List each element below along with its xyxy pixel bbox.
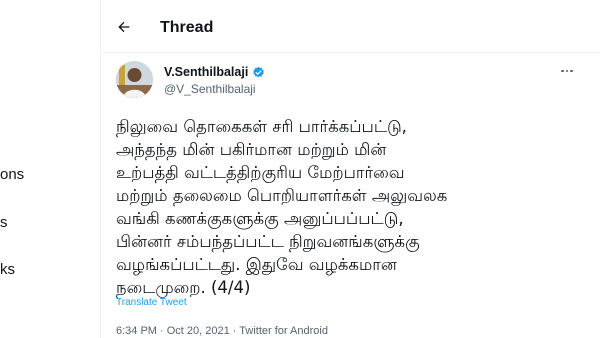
tweet-text: நிலுவை தொகைகள் சரி பார்க்கப்பட்டு, அந்தந… [116, 117, 448, 297]
author-handle[interactable]: @V_Senthilbalaji [164, 82, 256, 96]
header-divider [101, 52, 600, 53]
verified-badge-icon [253, 66, 265, 77]
nav-item-bookmarks[interactable]: ks [0, 261, 15, 278]
thread-column: Thread V.Senthilbalaji @V_Senthilbalaji [100, 0, 600, 338]
arrow-left-icon [118, 21, 130, 33]
author-display-name[interactable]: V.Senthilbalaji [164, 65, 248, 79]
left-navigation: ons s ks [0, 0, 100, 338]
dot [565, 69, 569, 73]
nav-item-notifications[interactable]: ons [0, 166, 24, 183]
tweet-timestamp-source[interactable]: 6:34 PM · Oct 20, 2021 · Twitter for And… [116, 325, 328, 337]
more-options-button[interactable] [557, 63, 577, 79]
dot [570, 69, 573, 73]
avatar[interactable] [116, 61, 153, 98]
author-name-row[interactable]: V.Senthilbalaji [164, 65, 265, 79]
translate-tweet-link[interactable]: Translate Tweet [116, 297, 187, 308]
page-title: Thread [160, 19, 214, 36]
dot [561, 69, 564, 73]
thread-header: Thread [101, 0, 600, 52]
back-button[interactable] [111, 14, 137, 40]
nav-item-messages[interactable]: s [0, 214, 8, 231]
